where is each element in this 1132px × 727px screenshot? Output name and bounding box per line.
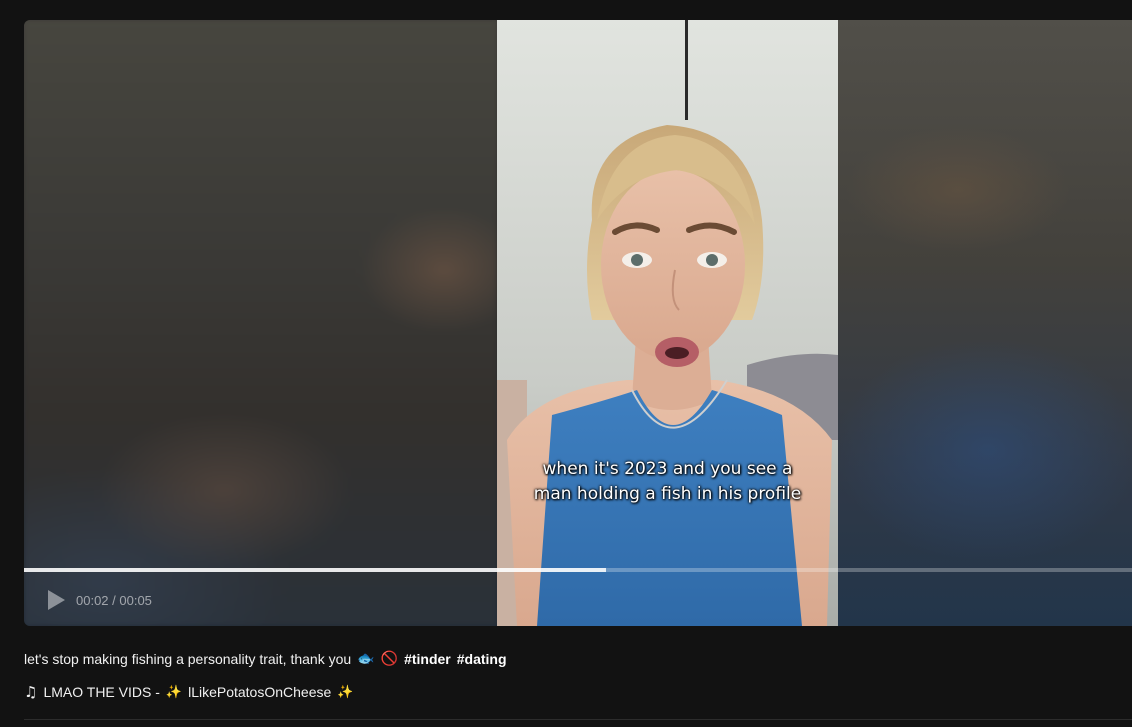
time-display: 00:02 / 00:05 [76,592,152,608]
prohibited-emoji: 🚫 [380,651,399,667]
divider [24,719,1132,720]
player-controls: 00:02 / 00:05 [46,588,152,612]
blurred-background-right [838,20,1132,626]
music-title[interactable]: LMAO THE VIDS - [43,684,159,700]
progress-bar[interactable] [24,568,1132,572]
video-player[interactable]: when it's 2023 and you see a man holding… [24,20,1132,626]
post-description: let's stop making fishing a personality … [24,651,507,667]
hashtag-tinder[interactable]: #tinder [404,651,451,667]
video-still-image [497,20,838,626]
fish-emoji: 🐟 [357,651,375,667]
music-artist[interactable]: lLikePotatosOnCheese [188,684,331,700]
progress-bar-fill [24,568,606,572]
description-text: let's stop making fishing a personality … [24,651,352,667]
play-icon[interactable] [46,589,66,611]
video-frame[interactable]: when it's 2023 and you see a man holding… [497,20,838,626]
video-caption: when it's 2023 and you see a man holding… [533,459,802,504]
hashtag-dating[interactable]: #dating [457,651,507,667]
sparkle-emoji: ✨ [165,684,183,700]
music-info[interactable]: ♫ LMAO THE VIDS - ✨ lLikePotatosOnCheese… [24,683,353,701]
music-note-icon: ♫ [24,683,38,701]
blurred-background-left [24,20,497,626]
sparkle-emoji-end: ✨ [337,684,354,700]
